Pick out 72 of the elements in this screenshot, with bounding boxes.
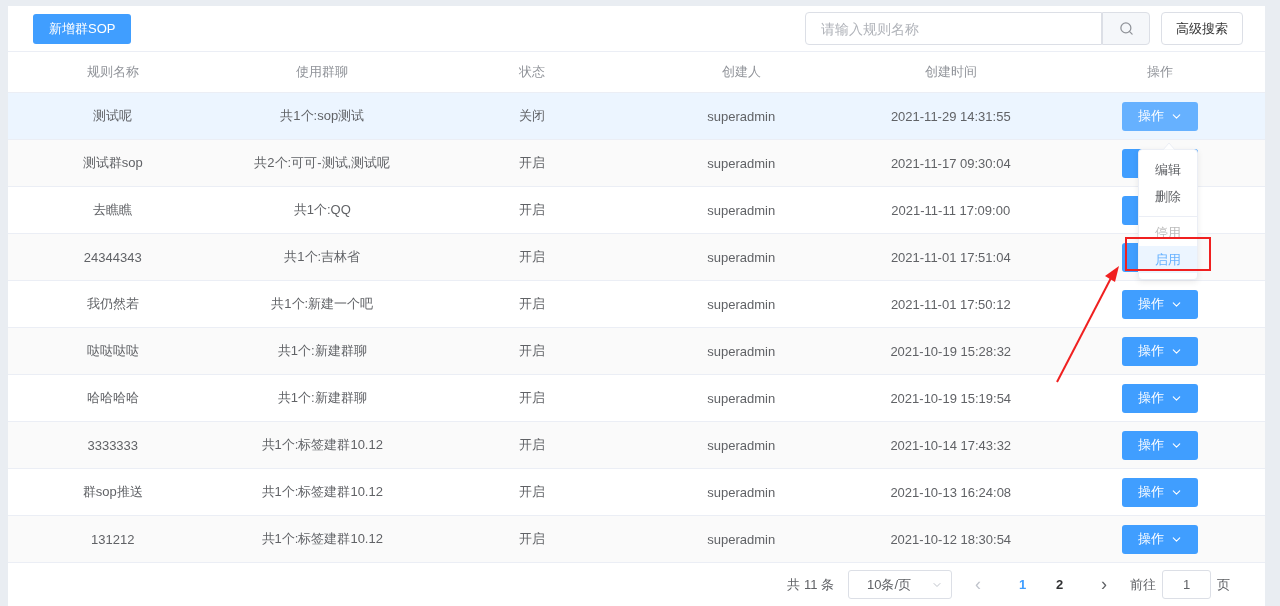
next-page-button[interactable]: › xyxy=(1092,573,1116,596)
table-cell-text: 共1个:QQ xyxy=(292,201,352,219)
table-cell-text: 131212 xyxy=(90,530,136,549)
table-cell-text: 开启 xyxy=(517,389,546,407)
column-header: 创建人 xyxy=(720,63,762,81)
table-cell-text: 共1个:新建群聊 xyxy=(276,342,368,360)
column-header: 规则名称 xyxy=(85,63,140,81)
table-cell-text: 开启 xyxy=(517,201,546,219)
table-cell-text: 24344343 xyxy=(82,248,143,267)
goto-label: 前往 xyxy=(1130,575,1156,594)
table-cell-text: 3333333 xyxy=(86,436,140,455)
table-cell-text: superadmin xyxy=(706,436,777,455)
table-cell-text: superadmin xyxy=(706,154,777,173)
search-button[interactable] xyxy=(1102,12,1150,45)
table-cell-text: 我仍然若 xyxy=(85,295,140,313)
table-cell-text: 2021-11-01 17:50:12 xyxy=(889,295,1012,314)
search-field[interactable]: 请输入规则名称 xyxy=(805,12,1102,45)
table-cell-text: 测试呢 xyxy=(92,107,134,125)
table-cell-text: 2021-11-29 14:31:55 xyxy=(889,107,1012,126)
table-cell-text: 共1个:新建一个吧 xyxy=(270,295,375,313)
table-cell-text: superadmin xyxy=(706,295,777,314)
table-cell-text: 共1个:标签建群10.12 xyxy=(260,483,384,501)
table-cell-text: 开启 xyxy=(517,248,546,266)
page-suffix: 页 xyxy=(1217,575,1230,594)
table-cell-text: superadmin xyxy=(706,530,777,549)
table-cell-text: 哈哈哈哈 xyxy=(85,389,140,407)
table-cell-text: 共1个:吉林省 xyxy=(283,248,362,266)
table-cell-text: 2021-10-12 18:30:54 xyxy=(889,530,1013,549)
table-cell-text: 共2个:可可-测试,测试呢 xyxy=(253,154,392,172)
table-cell-text: superadmin xyxy=(706,342,777,361)
table-row[interactable]: 测试呢 共1个:sop测试 关闭 superadmin 2021-11-29 14:31:55 操作 xyxy=(8,93,1265,140)
column-header: 状态 xyxy=(517,63,546,81)
table-cell-text: superadmin xyxy=(706,107,777,126)
advanced-search-button[interactable]: 高级搜索 xyxy=(1161,12,1243,45)
table-cell-text: 共1个:标签建群10.12 xyxy=(260,530,384,548)
table-cell-text: superadmin xyxy=(706,483,777,502)
table-cell-text: 开启 xyxy=(517,295,546,313)
page-size-select[interactable]: 10条/页 xyxy=(848,570,952,599)
menu-item[interactable]: 编辑 xyxy=(1139,156,1197,183)
table-row[interactable]: 131212 共1个:标签建群10.12 开启 superadmin 2021-10-12 18:30:54 操作 xyxy=(8,516,1265,563)
total-count: 共 11 条 xyxy=(787,575,834,594)
table-cell-text: 去瞧瞧 xyxy=(92,201,134,219)
table-cell-text: 2021-10-14 17:43:32 xyxy=(889,436,1013,455)
table-cell-text: 开启 xyxy=(517,436,546,454)
table-cell-text: 关闭 xyxy=(517,107,546,125)
table-cell-text: 2021-10-19 15:19:54 xyxy=(889,389,1013,408)
table-row[interactable]: 哒哒哒哒 共1个:新建群聊 开启 superadmin 2021-10-19 15:28:32 操作 xyxy=(8,328,1265,375)
table-cell-text: 开启 xyxy=(517,342,546,360)
page-number[interactable]: 2 xyxy=(1041,576,1078,593)
table-cell-text: 2021-11-01 17:51:04 xyxy=(889,248,1012,267)
table-cell-text: 2021-11-11 17:09:00 xyxy=(890,201,1012,220)
table-cell-text: superadmin xyxy=(706,389,777,408)
table-cell-text: superadmin xyxy=(706,201,777,220)
table-cell-text: 共1个:标签建群10.12 xyxy=(260,436,384,454)
table-cell-text: 群sop推送 xyxy=(81,483,144,501)
table-cell-text: 测试群sop xyxy=(81,154,144,172)
table-cell-text: 2021-11-17 09:30:04 xyxy=(889,154,1012,173)
table-cell-text: 共1个:新建群聊 xyxy=(276,389,368,407)
table-cell-text: superadmin xyxy=(706,248,777,267)
table-cell-text: 2021-10-19 15:28:32 xyxy=(889,342,1013,361)
search-icon xyxy=(1118,21,1134,36)
table-cell-text: 开启 xyxy=(517,154,546,172)
table-cell-text: 2021-10-13 16:24:08 xyxy=(889,483,1013,502)
page-input[interactable]: 1 xyxy=(1162,570,1211,599)
column-header: 使用群聊 xyxy=(295,63,350,81)
table-cell-text: 共1个:sop测试 xyxy=(279,107,366,125)
table-cell-text: 哒哒哒哒 xyxy=(85,342,140,360)
column-header: 创建时间 xyxy=(923,63,978,81)
column-header: 操作 xyxy=(1146,63,1175,81)
table-row[interactable]: 3333333 共1个:标签建群10.12 开启 superadmin 2021-10-14 17:43:32 操作 xyxy=(8,422,1265,469)
table-cell-text: 开启 xyxy=(517,483,546,501)
table-cell-text: 开启 xyxy=(517,530,546,548)
